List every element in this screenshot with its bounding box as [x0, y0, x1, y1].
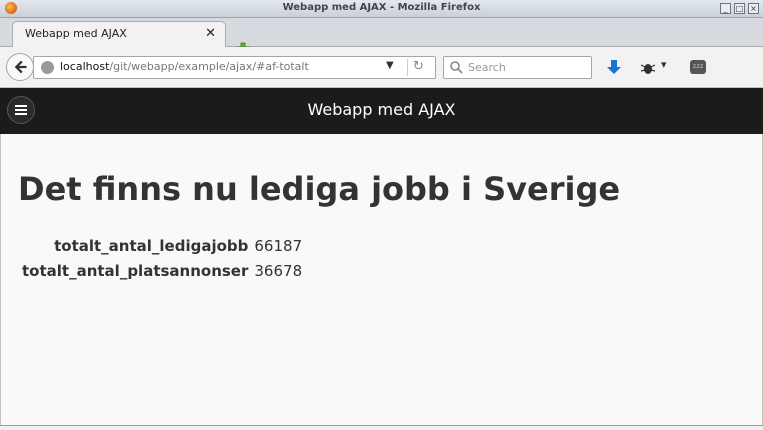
status-bar: [0, 425, 763, 430]
globe-icon: [41, 61, 54, 74]
minimize-button[interactable]: _: [720, 3, 731, 14]
table-row: totalt_antal_platsannonser 36678: [20, 261, 304, 286]
url-separator: [407, 59, 408, 76]
url-bar[interactable]: localhost/git/webapp/example/ajax/#af-to…: [33, 56, 436, 79]
app-header: Webapp med AJAX: [0, 88, 763, 134]
stats-table: totalt_antal_ledigajobb 66187 totalt_ant…: [20, 236, 304, 286]
chevron-down-icon[interactable]: ▾: [661, 58, 667, 71]
url-dropdown-icon[interactable]: ▼: [386, 60, 394, 71]
reload-icon[interactable]: ↻: [413, 59, 424, 74]
window-titlebar: Webapp med AJAX - Mozilla Firefox _ □ ×: [0, 0, 763, 18]
app-title: Webapp med AJAX: [307, 100, 456, 119]
window-title: Webapp med AJAX - Mozilla Firefox: [282, 2, 481, 13]
table-row: totalt_antal_ledigajobb 66187: [20, 236, 304, 261]
search-icon: [450, 61, 463, 74]
navigation-toolbar: localhost/git/webapp/example/ajax/#af-to…: [0, 47, 763, 120]
stat-key: totalt_antal_platsannonser: [22, 262, 249, 280]
stat-value: 36678: [254, 262, 303, 280]
search-placeholder: Search: [468, 61, 506, 74]
tab-label: Webapp med AJAX: [25, 27, 127, 40]
back-button[interactable]: [6, 53, 34, 81]
main-content: Det finns nu lediga jobb i Sverige total…: [0, 134, 763, 430]
bug-icon[interactable]: [640, 60, 656, 76]
maximize-button[interactable]: □: [734, 3, 745, 14]
page-heading: Det finns nu lediga jobb i Sverige: [18, 170, 621, 208]
tab-bar: Webapp med AJAX ✕: [0, 18, 763, 56]
tab-close-icon[interactable]: ✕: [205, 26, 216, 41]
url-text: localhost/git/webapp/example/ajax/#af-to…: [60, 60, 309, 73]
download-icon[interactable]: [605, 59, 623, 77]
stat-key: totalt_antal_ledigajobb: [54, 237, 249, 255]
tab-webapp[interactable]: Webapp med AJAX ✕: [12, 21, 226, 47]
search-input[interactable]: Search: [443, 56, 592, 79]
stat-value: 66187: [254, 237, 303, 255]
sleep-icon[interactable]: zzz: [690, 60, 706, 74]
close-window-button[interactable]: ×: [748, 3, 759, 14]
